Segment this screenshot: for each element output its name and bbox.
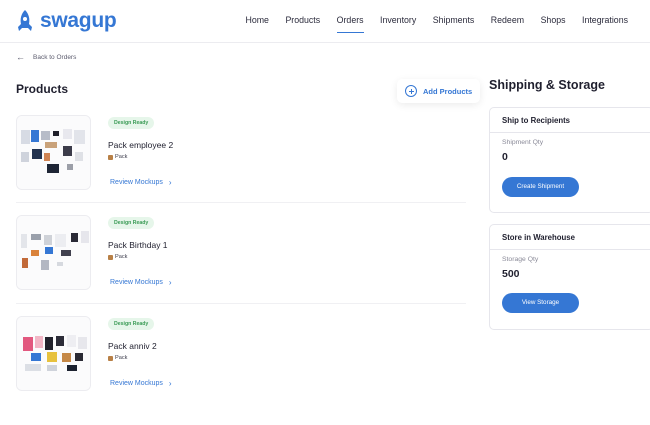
review-mockups-link[interactable]: Review Mockups › — [110, 178, 172, 187]
pack-type-label: Pack — [115, 254, 128, 260]
chevron-right-icon: › — [168, 178, 172, 187]
row-divider — [16, 202, 466, 203]
mockup-image-icon — [17, 317, 90, 390]
shipment-qty-value: 0 — [502, 151, 508, 163]
ship-to-recipients-card: Ship to Recipients Shipment Qty 0 Create… — [489, 107, 650, 213]
review-mockups-link[interactable]: Review Mockups › — [110, 379, 172, 388]
status-badge: Design Ready — [108, 318, 155, 330]
pack-type: Pack — [108, 355, 127, 361]
nav-home[interactable]: Home — [245, 15, 268, 25]
pack-name: Pack employee 2 — [108, 140, 174, 150]
nav-integrations[interactable]: Integrations — [582, 15, 628, 25]
products-title: Products — [16, 82, 69, 96]
logo-icon — [18, 10, 32, 31]
back-to-orders-link[interactable]: ← Back to Orders — [16, 53, 76, 62]
view-storage-button[interactable]: View Storage — [502, 293, 579, 313]
product-thumbnail[interactable] — [16, 215, 91, 290]
storage-qty-value: 500 — [502, 268, 520, 280]
pack-type: Pack — [108, 154, 127, 160]
create-shipment-button[interactable]: Create Shipment — [502, 177, 579, 197]
nav-orders[interactable]: Orders — [336, 15, 364, 33]
chevron-right-icon: › — [168, 278, 172, 287]
add-products-label: Add Products — [423, 86, 473, 96]
review-mockups-label: Review Mockups — [110, 380, 163, 387]
nav-shops[interactable]: Shops — [541, 15, 566, 25]
row-divider — [16, 303, 466, 304]
pack-type: Pack — [108, 254, 127, 260]
back-label: Back to Orders — [33, 54, 77, 61]
product-thumbnail[interactable] — [16, 316, 91, 391]
product-row: Design Ready Pack anniv 2 Pack Review Mo… — [16, 316, 466, 406]
shipment-qty-label: Shipment Qty — [502, 139, 544, 146]
box-icon — [108, 154, 113, 160]
add-products-button[interactable]: Add Products — [397, 79, 480, 103]
shipping-storage-title: Shipping & Storage — [489, 78, 605, 92]
chevron-right-icon: › — [168, 379, 172, 388]
status-badge: Design Ready — [108, 217, 155, 229]
pack-type-label: Pack — [115, 154, 128, 160]
arrow-left-icon: ← — [16, 52, 25, 62]
pack-name: Pack anniv 2 — [108, 341, 157, 351]
nav-inventory[interactable]: Inventory — [380, 15, 416, 25]
storage-qty-label: Storage Qty — [502, 256, 539, 263]
brand-logo[interactable]: swagup — [15, 9, 117, 33]
product-row: Design Ready Pack Birthday 1 Pack Review… — [16, 215, 466, 305]
pack-name: Pack Birthday 1 — [108, 240, 168, 250]
mockup-image-icon — [17, 116, 90, 189]
box-icon — [108, 355, 113, 361]
nav-shipments[interactable]: Shipments — [433, 15, 475, 25]
brand-name: swagup — [40, 9, 117, 32]
card-heading: Ship to Recipients — [490, 108, 650, 133]
box-icon — [108, 254, 113, 260]
product-thumbnail[interactable] — [16, 115, 91, 190]
product-row: Design Ready Pack employee 2 Pack Review… — [16, 115, 466, 205]
nav-products[interactable]: Products — [285, 15, 320, 25]
review-mockups-label: Review Mockups — [110, 179, 163, 186]
nav-redeem[interactable]: Redeem — [491, 15, 524, 25]
pack-type-label: Pack — [115, 355, 128, 361]
plus-circle-icon — [405, 85, 417, 97]
review-mockups-link[interactable]: Review Mockups › — [110, 278, 172, 287]
card-heading: Store in Warehouse — [490, 225, 650, 250]
store-in-warehouse-card: Store in Warehouse Storage Qty 500 View … — [489, 224, 650, 330]
mockup-image-icon — [17, 216, 90, 289]
top-header: swagup Home Products Orders Inventory Sh… — [0, 0, 650, 43]
status-badge: Design Ready — [108, 117, 155, 129]
main-nav: Home Products Orders Inventory Shipments… — [229, 15, 628, 33]
review-mockups-label: Review Mockups — [110, 279, 163, 286]
